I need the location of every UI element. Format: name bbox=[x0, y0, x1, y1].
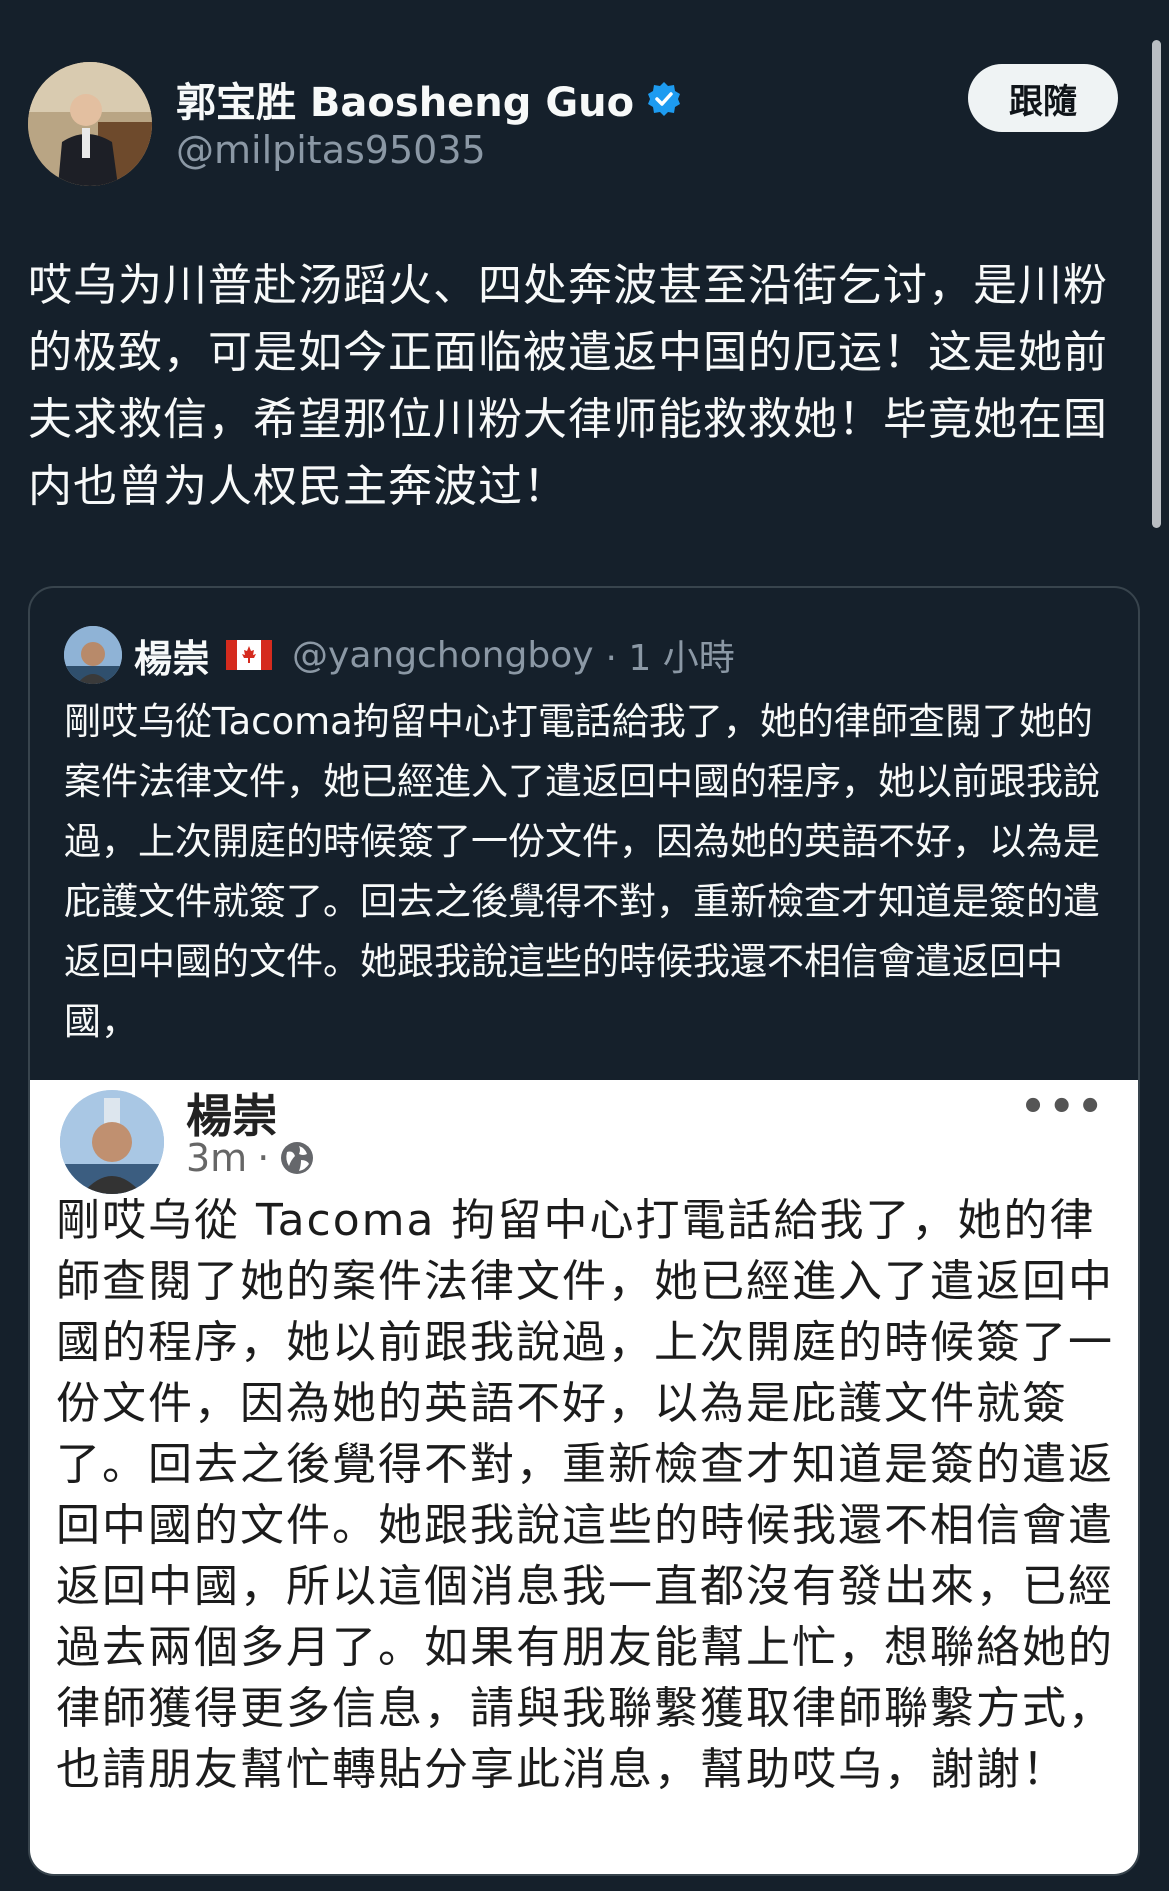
quoted-author-name[interactable]: 楊崇 bbox=[134, 628, 210, 683]
globe-icon bbox=[279, 1140, 315, 1176]
more-horizontal-icon: ••• bbox=[1020, 1084, 1106, 1130]
quoted-tweet-time: · 1 小時 bbox=[605, 638, 735, 679]
quoted-tweet-header: 楊崇 @yangchongboy · 1 小時 bbox=[64, 626, 735, 684]
embedded-post-separator: · bbox=[257, 1136, 270, 1180]
author-avatar[interactable] bbox=[28, 62, 152, 186]
tweet-text: 哎乌为川普赴汤蹈火、四处奔波甚至沿街乞讨，是川粉的极致，可是如今正面临被遣返中国… bbox=[28, 260, 1108, 512]
embedded-post-avatar bbox=[60, 1090, 164, 1194]
tweet-header: 郭宝胜 Baosheng Guo @milpitas95035 跟隨 bbox=[28, 62, 1118, 187]
follow-button[interactable]: 跟隨 bbox=[968, 64, 1118, 132]
author-display-name[interactable]: 郭宝胜 Baosheng Guo bbox=[176, 70, 634, 128]
embedded-post-time: 3m bbox=[186, 1136, 248, 1180]
canada-flag-icon bbox=[226, 640, 273, 670]
quoted-author-avatar[interactable] bbox=[64, 626, 122, 684]
author-handle[interactable]: @milpitas95035 bbox=[176, 128, 486, 172]
quoted-tweet-text: 剛哎乌從Tacoma拘留中心打電話給我了，她的律師查閱了她的案件法律文件，她已經… bbox=[64, 700, 1100, 1043]
quoted-author-handle[interactable]: @yangchongboy bbox=[292, 635, 594, 676]
scrollbar[interactable] bbox=[1152, 40, 1161, 528]
embedded-post-image[interactable]: 楊崇 3m · ••• 剛哎乌從 Tacoma 拘留中心打電話給我了，她的律師查… bbox=[30, 1080, 1138, 1874]
quoted-tweet-card[interactable]: 楊崇 @yangchongboy · 1 小時 剛哎乌從Tacoma拘留中心打電… bbox=[28, 586, 1140, 1876]
embedded-post-text: 剛哎乌從 Tacoma 拘留中心打電話給我了，她的律師查閱了她的案件法律文件，她… bbox=[56, 1195, 1114, 1795]
embedded-post-meta: 3m · bbox=[186, 1136, 315, 1180]
verified-badge-icon bbox=[646, 81, 682, 117]
